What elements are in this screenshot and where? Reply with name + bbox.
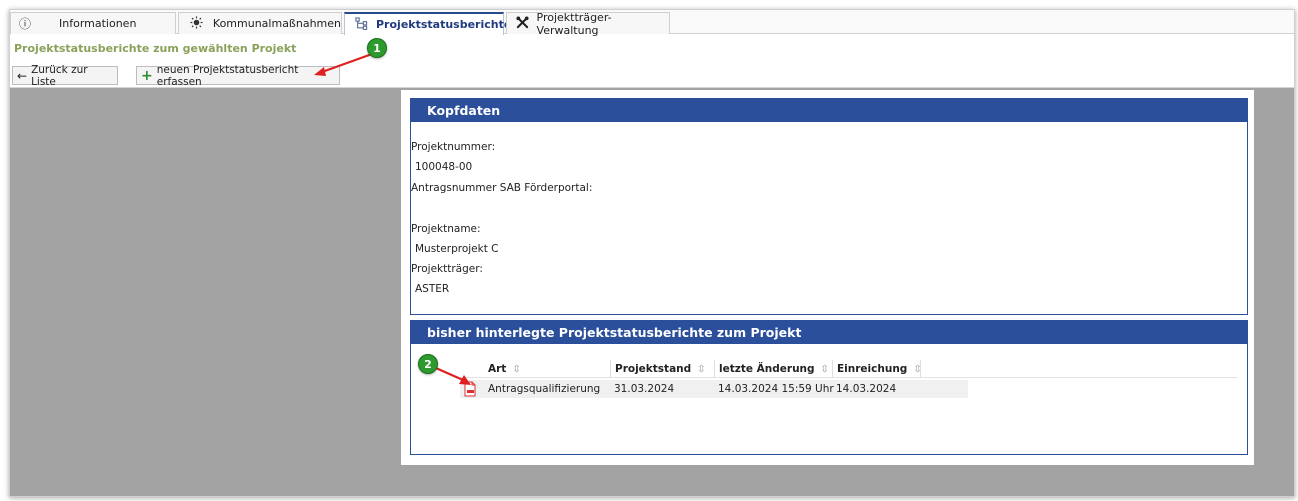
page-subtitle: Projektstatusberichte zum gewählten Proj… [14, 42, 297, 55]
sort-icon: ⇳ [512, 363, 521, 375]
column-header-projektstand[interactable]: Projektstand ⇳ [610, 360, 712, 378]
antragsnummer-label: Antragsnummer SAB Förderportal: [411, 182, 593, 194]
tab-label: Projektträger-Verwaltung [536, 10, 612, 37]
info-icon: ⓘ [18, 17, 31, 31]
projekttraeger-value: ASTER [415, 283, 450, 295]
kopfdaten-panel: Kopfdaten Projektnummer: 100048-00 Antra… [410, 98, 1248, 315]
top-bar: ⓘ Informationen Kommunalmaßnahmen Projek… [10, 10, 1294, 88]
arrow-left-icon: ← [17, 68, 28, 83]
new-button-label: neuen Projektstatusbericht erfassen [156, 63, 299, 88]
tab-bar: ⓘ Informationen Kommunalmaßnahmen Projek… [10, 10, 1294, 37]
column-label: Einreichung [837, 363, 908, 375]
sort-icon: ⇳ [697, 363, 706, 375]
tab-label: Projektstatusberichte [376, 18, 512, 31]
tab-label: Informationen [59, 17, 137, 30]
kopfdaten-header: Kopfdaten [411, 99, 1247, 122]
statusberichte-header: bisher hinterlegte Projektstatusberichte… [411, 321, 1247, 344]
table-row[interactable]: Antragsqualifizierung 31.03.2024 14.03.2… [460, 380, 968, 398]
column-divider [920, 360, 925, 378]
tab-kommunalmassnahmen[interactable]: Kommunalmaßnahmen [178, 12, 342, 34]
callout-badge-2: 2 [418, 354, 438, 374]
table-header: Art ⇳ Projektstand ⇳ letzte Änderung ⇳ Einr… [460, 360, 1238, 378]
column-header-einreichung[interactable]: Einreichung ⇳ [832, 360, 922, 378]
column-label: Art [488, 363, 507, 375]
projektname-label: Projektname: [411, 223, 481, 235]
column-header-letzte-aenderung[interactable]: letzte Änderung ⇳ [714, 360, 830, 378]
projektnummer-label: Projektnummer: [411, 141, 496, 153]
callout-badge-1: 1 [367, 38, 387, 58]
projektnummer-value: 100048-00 [415, 161, 473, 173]
cell-einreichung: 14.03.2024 [836, 383, 897, 395]
cell-art: Antragsqualifizierung [488, 383, 601, 395]
tab-label: Kommunalmaßnahmen [212, 17, 341, 30]
back-button-label: Zurück zur Liste [31, 63, 88, 88]
back-to-list-button[interactable]: ← Zurück zur Liste [12, 63, 118, 88]
column-label: letzte Änderung [719, 363, 815, 375]
tab-projekttraeger-verwaltung[interactable]: Projektträger-Verwaltung [506, 10, 670, 37]
projektname-value: Musterprojekt C [415, 243, 499, 255]
column-header-art[interactable]: Art ⇳ [484, 360, 608, 378]
content-area: Kopfdaten Projektnummer: 100048-00 Antra… [401, 90, 1254, 465]
bulb-icon [189, 15, 205, 32]
projekttraeger-label: Projektträger: [411, 263, 483, 275]
hierarchy-icon [355, 16, 368, 33]
tools-icon [515, 15, 531, 32]
tab-projektstatusberichte[interactable]: Projektstatusberichte [344, 12, 511, 35]
sort-icon: ⇳ [820, 363, 829, 375]
tab-informationen[interactable]: ⓘ Informationen [10, 12, 176, 34]
cell-letzte-aenderung: 14.03.2024 15:59 Uhr [718, 383, 834, 395]
app-window: ⓘ Informationen Kommunalmaßnahmen Projek… [9, 9, 1295, 497]
column-label: Projektstand [615, 363, 692, 375]
statusberichte-panel: bisher hinterlegte Projektstatusberichte… [410, 320, 1248, 455]
cell-projektstand: 31.03.2024 [614, 383, 675, 395]
plus-icon: + [141, 67, 153, 84]
